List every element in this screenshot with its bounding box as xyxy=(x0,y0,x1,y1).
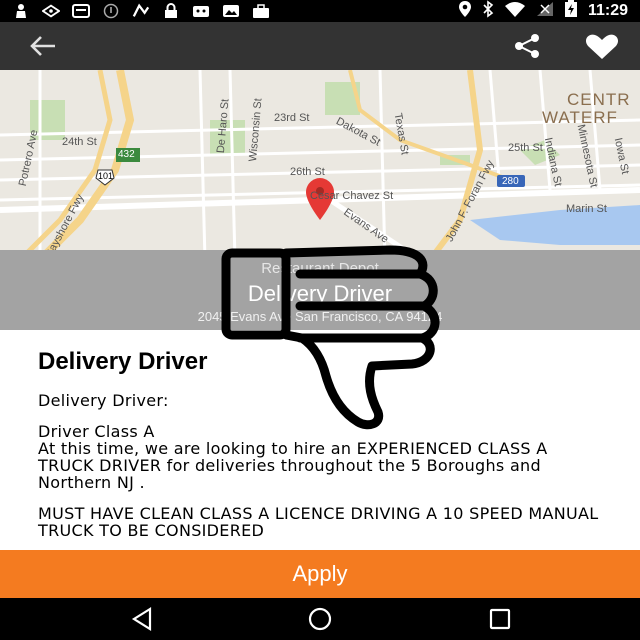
job-title: Delivery Driver xyxy=(247,281,393,306)
notification-icons xyxy=(12,2,270,20)
map-label-central: CENTR xyxy=(567,90,631,109)
map-label-25th: 25th St xyxy=(508,142,543,154)
image-icon xyxy=(72,4,90,18)
shield-280: 280 xyxy=(502,176,519,187)
job-description[interactable]: Delivery Driver Delivery Driver: Driver … xyxy=(0,330,640,550)
back-arrow-icon[interactable] xyxy=(28,34,58,58)
map-label-24th: 24th St xyxy=(62,136,97,148)
signal-icon xyxy=(536,1,554,22)
app-bar xyxy=(0,22,640,70)
description-paragraph-1: Delivery Driver: xyxy=(38,391,169,410)
status-time: 11:29 xyxy=(587,2,628,19)
shield-432: 432 xyxy=(118,149,135,160)
map-graphic xyxy=(0,70,640,260)
lock-icon xyxy=(162,3,180,18)
map-label-26th: 26th St xyxy=(290,166,325,178)
job-address: 2045 Evans Ave San Francisco, CA 94124 xyxy=(197,309,443,324)
share-icon[interactable] xyxy=(512,33,542,59)
map-label-23rd: 23rd St xyxy=(274,112,310,124)
person-icon xyxy=(12,4,30,18)
description-heading: Delivery Driver xyxy=(38,348,208,375)
map-view[interactable]: 23rd St 24th St 25th St 26th St Cesar Ch… xyxy=(0,70,640,260)
nav-back-icon[interactable] xyxy=(128,606,156,632)
nav-home-icon[interactable] xyxy=(306,606,334,632)
shield-101: 101 xyxy=(98,171,114,181)
location-icon xyxy=(42,4,60,18)
wifi-icon xyxy=(504,1,526,22)
bag-icon xyxy=(252,4,270,18)
heart-icon[interactable] xyxy=(585,34,619,60)
nav-bar xyxy=(0,598,640,640)
job-header: Restaurant Depot Delivery Driver 2045 Ev… xyxy=(0,250,640,330)
battery-icon xyxy=(564,0,578,23)
description-paragraph-2: Driver Class A At this time, we are look… xyxy=(38,423,602,491)
nav-recents-icon[interactable] xyxy=(486,606,514,632)
bluetooth-icon xyxy=(482,0,494,23)
system-icons: 11:29 xyxy=(458,0,628,23)
info-icon xyxy=(102,3,120,19)
description-paragraph-3: MUST HAVE CLEAN CLASS A LICENCE DRIVING … xyxy=(38,504,599,540)
company-name: Restaurant Depot xyxy=(261,260,379,277)
description-line-hiring: At this time, we are looking to hire an … xyxy=(38,439,548,492)
map-label-marin: Marin St xyxy=(566,203,607,215)
app-icon xyxy=(132,3,150,18)
photo-icon xyxy=(222,4,240,18)
map-label-waterfront: WATERF xyxy=(542,108,618,127)
robot-icon xyxy=(192,4,210,18)
status-bar: 11:29 xyxy=(0,0,640,22)
map-label-cesar-chavez: Cesar Chavez St xyxy=(310,190,394,202)
location-pin-icon xyxy=(458,0,472,23)
apply-button[interactable]: Apply xyxy=(0,550,640,598)
